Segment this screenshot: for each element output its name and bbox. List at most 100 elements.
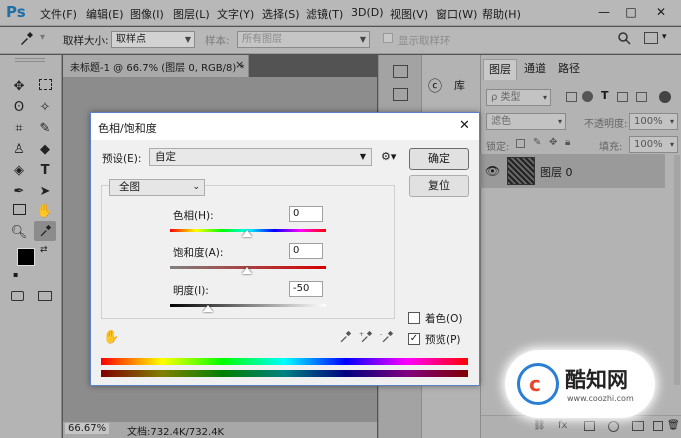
history-panel-icon[interactable]	[393, 65, 408, 78]
search-icon[interactable]	[617, 31, 631, 48]
menu-select[interactable]: 选择(S)	[262, 6, 300, 22]
layers-scrollbar[interactable]	[674, 155, 680, 385]
reset-button[interactable]: 复位	[409, 175, 469, 197]
menu-filter[interactable]: 滤镜(T)	[306, 6, 343, 22]
menu-type[interactable]: 文字(Y)	[217, 6, 254, 22]
preset-select[interactable]: 自定 ▼	[149, 148, 372, 166]
swap-colors-icon[interactable]: ⇄	[40, 245, 48, 255]
layer-row[interactable]: 👁︎ 图层 0	[480, 154, 665, 188]
menu-layer[interactable]: 图层(L)	[173, 6, 210, 22]
channel-select[interactable]: 全图 ⌄	[109, 179, 205, 196]
toolbox-grip[interactable]	[15, 58, 45, 62]
lightness-slider-thumb[interactable]	[203, 305, 213, 312]
opacity-field[interactable]: 100% ▾	[629, 113, 678, 130]
menu-window[interactable]: 窗口(W)	[436, 6, 477, 22]
ok-button[interactable]: 确定	[409, 148, 469, 170]
menu-file[interactable]: 文件(F)	[40, 6, 77, 22]
zoom-level[interactable]: 66.67%	[65, 423, 110, 434]
gear-icon[interactable]: ⚙▾	[381, 150, 396, 163]
eye-icon[interactable]: 👁︎	[485, 164, 500, 178]
link-layers-icon[interactable]: ⛓	[533, 420, 546, 431]
maximize-button[interactable]: □	[620, 3, 642, 21]
move-tool-icon[interactable]: ✥	[8, 77, 30, 97]
minimize-button[interactable]: —	[593, 3, 615, 21]
path-select-tool-icon[interactable]: ➤	[34, 182, 56, 202]
add-mask-icon[interactable]	[584, 421, 595, 431]
foreground-color-swatch[interactable]	[17, 248, 35, 266]
eyedropper-plus-icon[interactable]: +	[359, 330, 373, 347]
preset-label: 预设(E):	[102, 153, 142, 165]
shape-tool-icon[interactable]	[8, 202, 30, 222]
lasso-tool-icon[interactable]: ʘ	[8, 98, 30, 118]
show-ring-checkbox[interactable]	[383, 33, 393, 43]
menu-view[interactable]: 视图(V)	[390, 6, 428, 22]
tab-paths[interactable]: 路径	[553, 59, 585, 79]
document-tab[interactable]: 未标题-1 @ 66.7% (图层 0, RGB/8) * ×	[63, 55, 249, 77]
lock-transparency-icon[interactable]	[516, 139, 525, 148]
trash-icon[interactable]: 🗑︎	[667, 420, 680, 431]
lock-pixels-icon[interactable]: ✎	[533, 137, 541, 148]
saturation-input[interactable]: 0	[289, 243, 323, 259]
dialog-title-bar[interactable]: 色相/饱和度 ✕	[91, 113, 479, 140]
brush-eyedropper-tool-icon[interactable]: ✎	[34, 119, 56, 139]
lock-position-icon[interactable]: ✥	[549, 137, 557, 148]
menu-help[interactable]: 帮助(H)	[482, 6, 521, 22]
default-colors-icon[interactable]: ▪	[13, 270, 18, 279]
crop-tool-icon[interactable]: ⌗	[8, 119, 30, 139]
hue-input[interactable]: 0	[289, 206, 323, 222]
cc-library-icon[interactable]: ⓒ	[428, 76, 442, 96]
layer-filter-select[interactable]: ρ 类型 ▾	[486, 89, 551, 106]
properties-panel-icon[interactable]	[393, 88, 408, 101]
filter-smart-icon[interactable]	[636, 92, 647, 102]
close-window-button[interactable]: ✕	[650, 3, 672, 21]
fill-field[interactable]: 100% ▾	[629, 136, 678, 153]
filter-toggle-icon[interactable]	[659, 91, 671, 103]
eyedropper-minus-icon[interactable]: -	[380, 330, 394, 347]
pen-tool-icon[interactable]: ✒	[8, 182, 30, 202]
sample-size-select[interactable]: 取样点 ▼	[111, 31, 195, 48]
menu-3d[interactable]: 3D(D)	[351, 6, 384, 19]
lightness-input[interactable]: -50	[289, 281, 323, 297]
menu-image[interactable]: 图像(I)	[130, 6, 164, 22]
bucket-tool-icon[interactable]: ◈	[8, 161, 30, 181]
dialog-close-button[interactable]: ✕	[459, 118, 470, 133]
hand-tool-icon[interactable]: ✋	[34, 202, 56, 222]
magic-wand-tool-icon[interactable]: ✧	[34, 98, 56, 118]
tab-channels[interactable]: 通道	[519, 59, 551, 79]
quick-mask-icon[interactable]	[11, 291, 24, 301]
panel-toggle-icon[interactable]	[644, 32, 658, 44]
tab-layers[interactable]: 图层	[483, 59, 517, 80]
new-group-icon[interactable]	[632, 421, 644, 431]
layer-name[interactable]: 图层 0	[540, 164, 573, 180]
eyedropper-icon[interactable]	[338, 330, 352, 347]
hue-slider-thumb[interactable]	[242, 230, 252, 237]
eyedropper-icon[interactable]	[18, 31, 34, 51]
filter-shape-icon[interactable]	[617, 92, 628, 102]
filter-type-icon[interactable]: T	[601, 89, 609, 102]
tool-preset-caret[interactable]: ▾	[40, 32, 45, 43]
preview-checkbox[interactable]: ✓	[408, 333, 420, 345]
zoom-tool-icon[interactable]: 🔍︎	[8, 223, 30, 243]
new-layer-icon[interactable]	[653, 421, 663, 431]
new-adjustment-icon[interactable]	[608, 421, 619, 432]
saturation-slider-thumb[interactable]	[242, 267, 252, 274]
panel-caret-icon[interactable]: ▾	[662, 32, 667, 42]
marquee-tool-icon[interactable]	[34, 77, 56, 97]
lightness-slider-track[interactable]	[170, 304, 326, 307]
eyedropper-tool-icon[interactable]	[34, 221, 56, 241]
fx-icon[interactable]: fx	[558, 420, 567, 431]
filter-pixel-icon[interactable]	[566, 92, 577, 102]
screen-mode-icon[interactable]	[38, 291, 52, 301]
menu-edit[interactable]: 编辑(E)	[86, 6, 124, 22]
lock-icon[interactable]: 🔒︎	[565, 137, 570, 148]
type-tool-icon[interactable]: T	[34, 161, 56, 181]
eraser-tool-icon[interactable]: ◆	[34, 140, 56, 160]
hand-icon[interactable]: ✋	[103, 330, 119, 345]
colorize-checkbox[interactable]	[408, 312, 420, 324]
library-label[interactable]: 库	[454, 77, 465, 93]
sample-select[interactable]: 所有图层 ▼	[237, 31, 370, 48]
document-close-icon[interactable]: ×	[235, 58, 244, 71]
blend-mode-select[interactable]: 滤色 ▾	[486, 113, 566, 130]
filter-adjust-icon[interactable]	[582, 91, 593, 102]
stamp-tool-icon[interactable]: ♙	[8, 140, 30, 160]
